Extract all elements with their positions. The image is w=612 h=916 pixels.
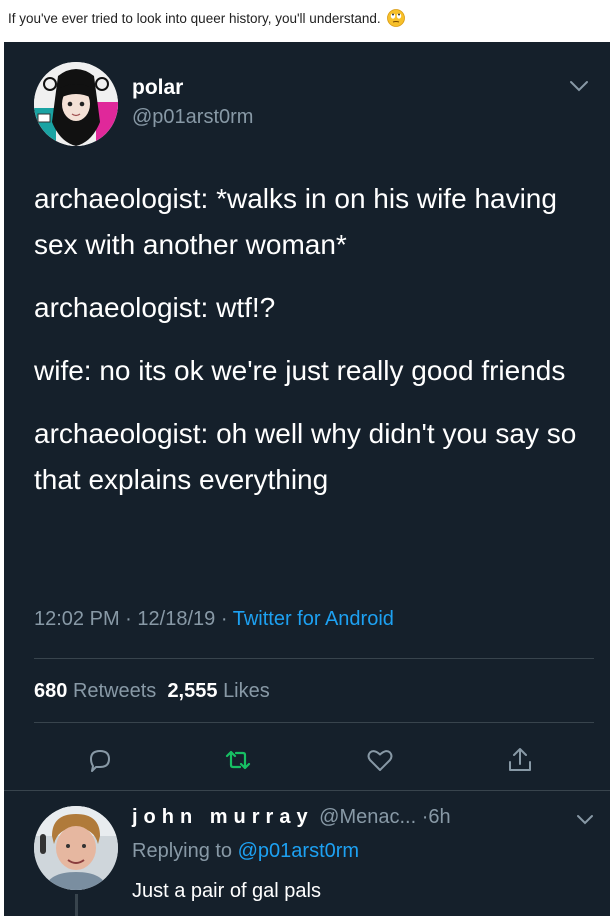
- rolling-eyes-emoji-icon: [386, 9, 405, 27]
- tweet-date[interactable]: 12/18/19: [137, 608, 215, 630]
- retweet-icon: [225, 750, 251, 770]
- author-name[interactable]: polar: [132, 76, 183, 100]
- tweet-metadata: 12:02 PM · 12/18/19 · Twitter for Androi…: [34, 608, 394, 631]
- author-handle[interactable]: @p01arst0rm: [132, 106, 253, 129]
- reply-author-handle[interactable]: @Menac...: [319, 806, 416, 828]
- reply-text: Just a pair of gal pals: [132, 880, 321, 902]
- reply-author-name[interactable]: john murray: [132, 806, 314, 828]
- reply-icon: [90, 750, 110, 772]
- share-icon: [509, 748, 531, 771]
- like-button[interactable]: [360, 740, 400, 780]
- replying-prefix: Replying to: [132, 840, 233, 862]
- reply-header: john murray @Menac... ·6h: [132, 806, 451, 829]
- chevron-down-icon[interactable]: [576, 812, 594, 825]
- divider: [34, 722, 594, 723]
- tweet-line: archaeologist: *walks in on his wife hav…: [34, 183, 557, 260]
- tweet-screenshot: polar @p01arst0rm archaeologist: *walks …: [4, 42, 610, 916]
- chevron-down-icon[interactable]: [568, 78, 590, 94]
- engagement-stats: 680 Retweets 2,555 Likes: [34, 680, 270, 703]
- caption-text: If you've ever tried to look into queer …: [8, 10, 381, 26]
- retweets-label: Retweets: [72, 680, 157, 702]
- separator: ·: [125, 608, 132, 630]
- separator: ·: [220, 608, 228, 630]
- likes-count: 2,555: [167, 680, 218, 702]
- retweets-count: 680: [34, 680, 68, 702]
- tweet-source-link[interactable]: Twitter for Android: [233, 608, 394, 630]
- tweet-line: archaeologist: wtf!?: [34, 292, 276, 323]
- retweets-stat[interactable]: 680 Retweets: [34, 680, 156, 702]
- tweet-time[interactable]: 12:02 PM: [34, 608, 120, 630]
- reply-author-avatar[interactable]: [34, 806, 118, 890]
- reply-time[interactable]: ·6h: [422, 806, 451, 828]
- tweet-line: archaeologist: oh well why didn't you sa…: [34, 418, 577, 495]
- tweet-line: wife: no its ok we're just really good f…: [34, 355, 566, 386]
- divider: [4, 790, 610, 791]
- author-avatar[interactable]: [34, 62, 118, 146]
- replying-mention[interactable]: @p01arst0rm: [238, 840, 359, 862]
- retweet-button[interactable]: [218, 740, 258, 780]
- likes-label: Likes: [223, 680, 270, 702]
- share-button[interactable]: [500, 740, 540, 780]
- tweet-text: archaeologist: *walks in on his wife hav…: [34, 176, 594, 520]
- action-bar: [4, 740, 610, 780]
- thread-connector: [75, 894, 78, 916]
- divider: [34, 658, 594, 659]
- like-icon: [367, 750, 393, 771]
- likes-stat[interactable]: 2,555 Likes: [167, 680, 269, 702]
- post-caption: If you've ever tried to look into queer …: [8, 4, 608, 32]
- reply-button[interactable]: [80, 740, 120, 780]
- replying-to: Replying to @p01arst0rm: [132, 840, 359, 863]
